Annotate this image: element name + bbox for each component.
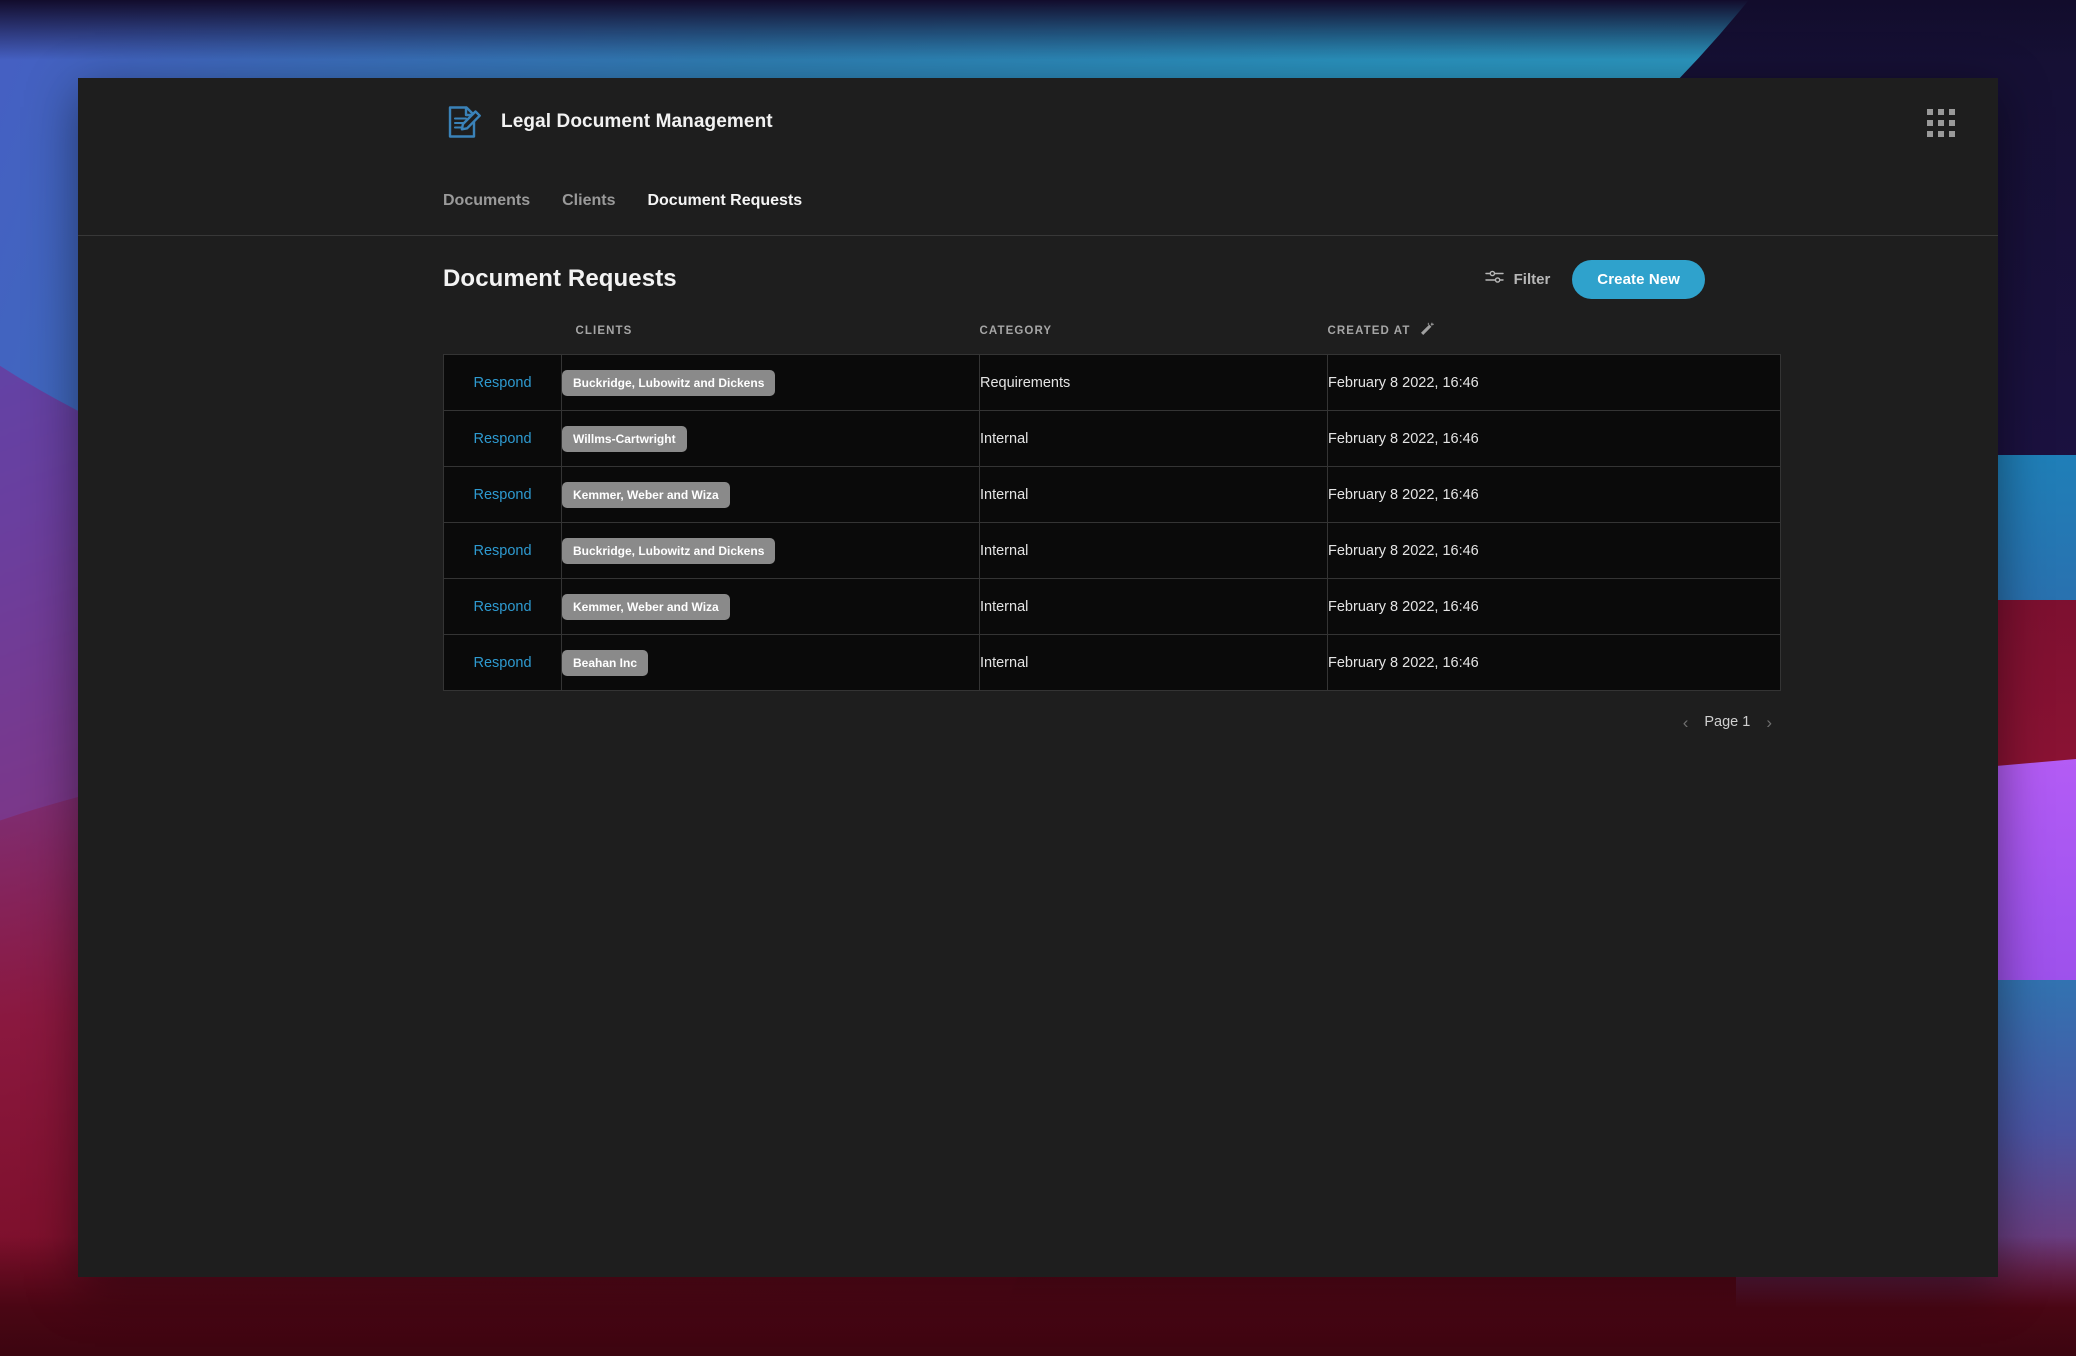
cell-category: Internal	[979, 466, 1328, 523]
app-title: Legal Document Management	[501, 111, 773, 132]
page-header-row: Document Requests Filter Create New	[443, 236, 1998, 322]
create-new-button[interactable]: Create New	[1572, 259, 1705, 299]
cell-category: Internal	[979, 410, 1328, 467]
table-row: Respond Beahan Inc Internal February 8 2022…	[443, 634, 1781, 691]
respond-link[interactable]: Respond	[473, 599, 531, 615]
chevron-right-icon[interactable]: ›	[1766, 714, 1772, 731]
table-row: Respond Buckridge, Lubowitz and Dickens In…	[443, 522, 1781, 579]
cell-created-at: February 8 2022, 16:46	[1327, 354, 1781, 411]
cell-respond: Respond	[443, 354, 562, 411]
cell-clients: Beahan Inc	[561, 634, 980, 691]
cell-category: Internal	[979, 634, 1328, 691]
cell-respond: Respond	[443, 578, 562, 635]
wallpaper-top-shade	[0, 0, 2076, 60]
page-actions: Filter Create New	[1484, 259, 1705, 299]
chevron-left-icon[interactable]: ‹	[1683, 714, 1689, 731]
requests-table-wrap: CLIENTS CATEGORY CREATED AT Respond Buck…	[443, 322, 1781, 691]
cell-category: Internal	[979, 578, 1328, 635]
cell-clients: Kemmer, Weber and Wiza	[561, 466, 980, 523]
table-body: Respond Buckridge, Lubowitz and Dickens Re…	[443, 354, 1781, 691]
column-header-clients[interactable]: CLIENTS	[561, 322, 980, 355]
sliders-icon	[1484, 269, 1504, 289]
main-nav: Documents Clients Document Requests	[78, 166, 1998, 236]
cell-clients: Buckridge, Lubowitz and Dickens	[561, 354, 980, 411]
respond-link[interactable]: Respond	[473, 375, 531, 391]
nav-item-document-requests[interactable]: Document Requests	[647, 192, 802, 210]
cell-created-at: February 8 2022, 16:46	[1327, 466, 1781, 523]
cell-clients: Kemmer, Weber and Wiza	[561, 578, 980, 635]
respond-link[interactable]: Respond	[473, 431, 531, 447]
app-brand: Legal Document Management	[443, 102, 773, 142]
table-row: Respond Willms-Cartwright Internal February…	[443, 410, 1781, 467]
respond-link[interactable]: Respond	[473, 487, 531, 503]
client-tag[interactable]: Kemmer, Weber and Wiza	[562, 593, 730, 620]
cell-clients: Willms-Cartwright	[561, 410, 980, 467]
table-header-row: CLIENTS CATEGORY CREATED AT	[443, 322, 1781, 355]
app-header: Legal Document Management	[78, 78, 1998, 166]
cell-category: Requirements	[979, 354, 1328, 411]
nav-item-documents[interactable]: Documents	[443, 192, 530, 210]
cell-respond: Respond	[443, 410, 562, 467]
client-tag[interactable]: Beahan Inc	[562, 649, 649, 676]
cell-respond: Respond	[443, 466, 562, 523]
table-row: Respond Buckridge, Lubowitz and Dickens Re…	[443, 354, 1781, 411]
client-tag[interactable]: Kemmer, Weber and Wiza	[562, 481, 730, 508]
column-header-clients-label: CLIENTS	[575, 325, 633, 337]
document-requests-table: CLIENTS CATEGORY CREATED AT Respond Buck…	[443, 322, 1781, 691]
cell-respond: Respond	[443, 522, 562, 579]
table-head: CLIENTS CATEGORY CREATED AT	[443, 322, 1781, 355]
document-pen-icon	[443, 102, 483, 142]
column-header-created-at[interactable]: CREATED AT	[1327, 322, 1781, 355]
column-header-created-at-label: CREATED AT	[1327, 325, 1411, 337]
cell-created-at: February 8 2022, 16:46	[1327, 578, 1781, 635]
magic-wand-sort-icon[interactable]	[1419, 322, 1435, 340]
table-row: Respond Kemmer, Weber and Wiza Internal Feb…	[443, 578, 1781, 635]
client-tag[interactable]: Buckridge, Lubowitz and Dickens	[562, 369, 776, 396]
column-header-respond	[443, 322, 562, 355]
filter-button-label: Filter	[1513, 270, 1551, 288]
page-label: Page 1	[1704, 714, 1751, 730]
filter-button[interactable]: Filter	[1484, 269, 1551, 289]
cell-created-at: February 8 2022, 16:46	[1327, 410, 1781, 467]
column-header-category[interactable]: CATEGORY	[979, 322, 1328, 355]
cell-category: Internal	[979, 522, 1328, 579]
client-tag[interactable]: Willms-Cartwright	[562, 425, 687, 452]
client-tag[interactable]: Buckridge, Lubowitz and Dickens	[562, 537, 776, 564]
page-title: Document Requests	[443, 265, 677, 292]
cell-respond: Respond	[443, 634, 562, 691]
table-row: Respond Kemmer, Weber and Wiza Internal Feb…	[443, 466, 1781, 523]
cell-created-at: February 8 2022, 16:46	[1327, 634, 1781, 691]
column-header-category-label: CATEGORY	[979, 325, 1053, 337]
page-content: Document Requests Filter Create New CLIE…	[78, 236, 1998, 753]
nav-item-clients[interactable]: Clients	[562, 192, 615, 210]
pagination: ‹ Page 1 ›	[443, 691, 1780, 753]
respond-link[interactable]: Respond	[473, 655, 531, 671]
respond-link[interactable]: Respond	[473, 543, 531, 559]
app-window: Legal Document Management Documents Clie…	[78, 78, 1998, 1277]
grid-dots-icon[interactable]	[1924, 106, 1958, 140]
cell-clients: Buckridge, Lubowitz and Dickens	[561, 522, 980, 579]
cell-created-at: February 8 2022, 16:46	[1327, 522, 1781, 579]
